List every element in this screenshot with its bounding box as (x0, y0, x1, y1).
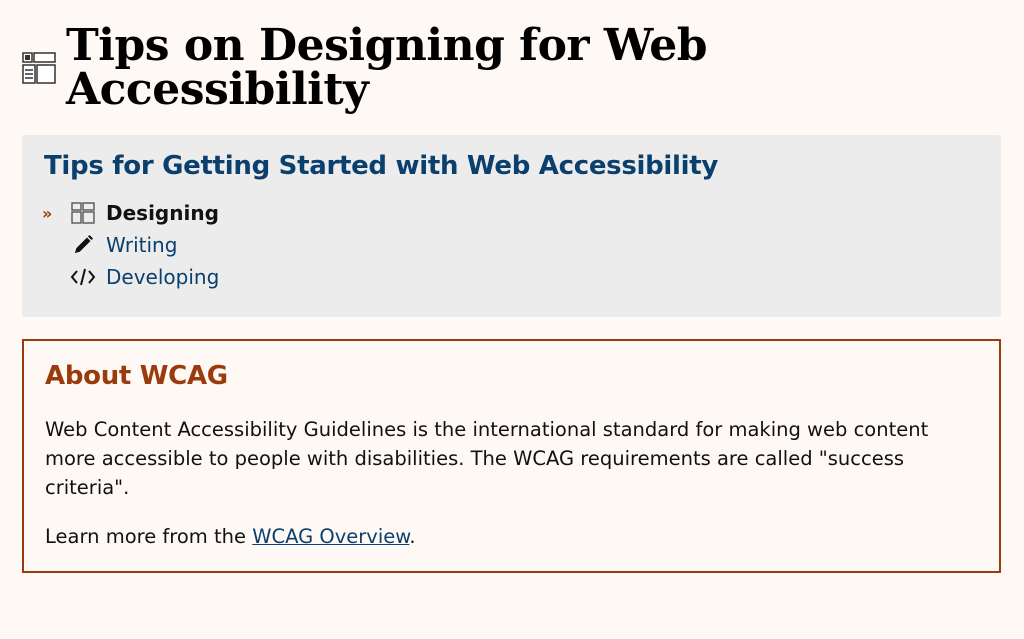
nav-item-label: Designing (106, 201, 219, 225)
nav-link-developing[interactable]: Developing (106, 265, 219, 289)
layout-icon (22, 51, 56, 85)
layout-icon (70, 201, 96, 225)
page-header: Tips on Designing for Web Accessibility (22, 24, 1024, 112)
learn-more-suffix: . (409, 525, 416, 548)
learn-more-text: Learn more from the WCAG Overview. (45, 522, 416, 551)
about-heading: About WCAG (45, 361, 228, 391)
nav-item-writing: Writing (42, 229, 219, 261)
nav-list: » Designing Writing Developing (42, 197, 219, 293)
pencil-icon (70, 233, 96, 257)
code-icon (70, 265, 96, 289)
page-title: Tips on Designing for Web Accessibility (66, 20, 708, 115)
nav-item-designing: » Designing (42, 197, 219, 229)
about-wcag-box: About WCAG Web Content Accessibility Gui… (22, 339, 1001, 573)
current-page-marker: » (42, 203, 53, 223)
nav-heading: Tips for Getting Started with Web Access… (44, 151, 719, 181)
nav-item-developing: Developing (42, 261, 219, 293)
nav-link-writing[interactable]: Writing (106, 233, 177, 257)
wcag-overview-link[interactable]: WCAG Overview (252, 525, 409, 548)
about-description: Web Content Accessibility Guidelines is … (45, 418, 929, 499)
tips-navigation: Tips for Getting Started with Web Access… (22, 135, 1001, 317)
learn-more-prefix: Learn more from the (45, 525, 253, 548)
